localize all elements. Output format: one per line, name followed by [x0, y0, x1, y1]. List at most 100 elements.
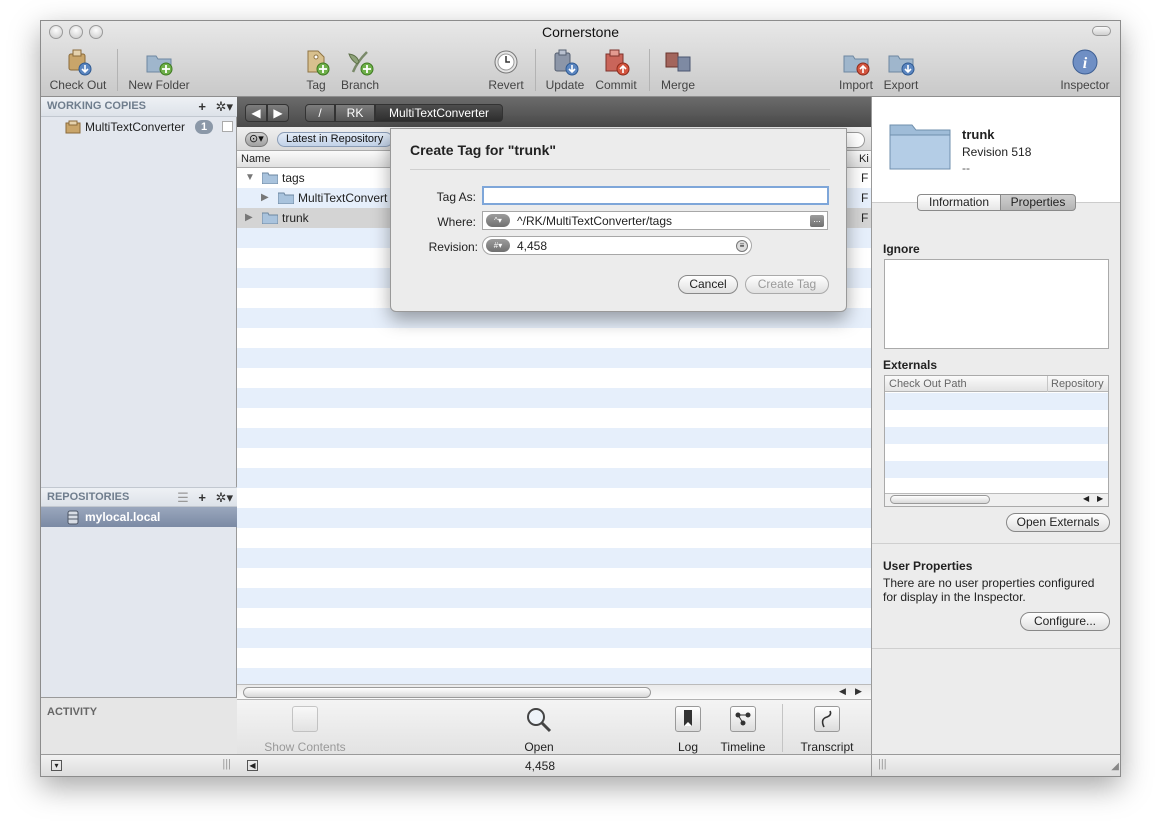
revision-stepper-icon[interactable]: ≡ [736, 240, 748, 252]
repositories-gear-button[interactable]: ✲▾ [216, 490, 233, 505]
toolbar-separator [535, 49, 536, 91]
revision-popup-button[interactable]: #▾ [486, 239, 510, 252]
update-icon [554, 49, 579, 76]
working-copies-header: WORKING COPIES + ✲▾ [41, 97, 237, 117]
new-folder-button[interactable]: New Folder [127, 48, 191, 94]
tag-as-field[interactable] [482, 186, 829, 205]
sidebar-status-bar: ▾ ||| [41, 754, 237, 776]
row-kind: F [861, 171, 869, 185]
repositories-header: REPOSITORIES ☰ + ✲▾ [41, 487, 237, 507]
horizontal-scrollbar[interactable]: ◀ ▶ [237, 684, 871, 699]
branch-button[interactable]: Branch [338, 48, 382, 94]
log-icon [675, 706, 701, 732]
status-menu-icon[interactable]: ◀ [247, 760, 258, 771]
breadcrumb-multitextconverter[interactable]: MultiTextConverter [375, 104, 503, 122]
resize-grip-icon[interactable]: ||| [222, 758, 231, 770]
import-button[interactable]: Import [835, 48, 877, 94]
log-button[interactable]: Log [671, 706, 705, 754]
scroll-right-icon[interactable]: ▶ [1097, 494, 1103, 503]
row-name: trunk [282, 211, 309, 225]
scroll-right-icon[interactable]: ▶ [855, 686, 862, 697]
back-button[interactable]: ◀ [245, 104, 267, 122]
dialog-title: Create Tag for "trunk" [410, 142, 557, 158]
open-button[interactable]: Open [519, 706, 559, 754]
sidebar: WORKING COPIES + ✲▾ MultiTextConverter 1… [41, 97, 237, 776]
window-title: Cornerstone [541, 24, 620, 40]
externals-col-path[interactable]: Check Out Path [889, 378, 967, 390]
tab-properties[interactable]: Properties [1000, 194, 1076, 211]
configure-button[interactable]: Configure... [1020, 612, 1110, 631]
breadcrumb-root[interactable]: / [305, 104, 335, 122]
tag-button[interactable]: Tag [299, 48, 333, 94]
path-bar: ◀ ▶ / RK MultiTextConverter [237, 97, 871, 127]
folder-icon [278, 192, 294, 204]
inspector-item-name: trunk [962, 127, 995, 142]
open-externals-button[interactable]: Open Externals [1006, 513, 1110, 532]
timeline-button[interactable]: Timeline [715, 706, 771, 754]
where-field[interactable]: ^▾ ^/RK/MultiTextConverter/tags ... [482, 211, 828, 230]
folder-icon [262, 172, 278, 184]
where-popup-button[interactable]: ^▾ [486, 214, 510, 227]
scrollbar-thumb[interactable] [890, 495, 990, 504]
scrollbar-thumb[interactable] [243, 687, 651, 698]
inspector-button[interactable]: i Inspector [1057, 48, 1113, 94]
disclosure-closed-icon[interactable]: ▶ [245, 212, 253, 223]
ignore-field[interactable] [884, 259, 1109, 349]
column-name[interactable]: Name [241, 153, 270, 165]
row-kind: F [861, 191, 869, 205]
working-copy-badge: 1 [195, 120, 214, 134]
activity-section: ACTIVITY [41, 697, 237, 757]
merge-button[interactable]: Merge [657, 48, 699, 94]
create-tag-button[interactable]: Create Tag [745, 275, 829, 294]
breadcrumb-rk[interactable]: RK [335, 104, 375, 122]
working-copy-name: MultiTextConverter [85, 120, 186, 134]
commit-button[interactable]: Commit [593, 48, 639, 94]
transcript-button[interactable]: Transcript [795, 706, 859, 754]
scroll-left-icon[interactable]: ◀ [839, 686, 846, 697]
add-repository-button[interactable]: + [198, 490, 206, 505]
check-out-icon [68, 49, 92, 76]
check-out-button[interactable]: Check Out [49, 48, 107, 94]
folder-icon [889, 124, 951, 170]
resize-grip-icon[interactable]: ||| [878, 758, 887, 770]
user-properties-label: User Properties [883, 559, 973, 573]
repository-icon [67, 510, 79, 525]
revert-icon [494, 50, 518, 74]
cancel-button[interactable]: Cancel [678, 275, 738, 294]
import-icon [843, 55, 870, 76]
revert-button[interactable]: Revert [485, 48, 527, 94]
timeline-icon [730, 706, 756, 732]
disclosure-closed-icon[interactable]: ▶ [261, 192, 269, 203]
toolbar-separator [649, 49, 650, 91]
tab-information[interactable]: Information [917, 194, 1001, 211]
sidebar-menu-icon[interactable]: ▾ [51, 760, 62, 771]
revision-field[interactable]: #▾ 4,458 ≡ [482, 236, 752, 255]
window-resize-grip-icon[interactable]: ◢ [1111, 761, 1119, 772]
ignore-label: Ignore [883, 242, 920, 256]
add-working-copy-button[interactable]: + [198, 99, 206, 114]
forward-button[interactable]: ▶ [267, 104, 289, 122]
column-divider [1047, 376, 1048, 392]
browse-button[interactable]: ... [810, 215, 824, 227]
export-button[interactable]: Export [879, 48, 923, 94]
repository-item[interactable]: mylocal.local [41, 507, 237, 527]
scroll-left-icon[interactable]: ◀ [1083, 494, 1089, 503]
branch-icon [348, 51, 374, 76]
working-copy-item[interactable]: MultiTextConverter 1 [41, 117, 237, 137]
externals-col-repo[interactable]: Repository [1051, 378, 1104, 390]
scope-selector[interactable]: ⊙▾ [245, 132, 268, 147]
dialog-separator [410, 169, 830, 170]
where-label: Where: [437, 215, 476, 229]
disclosure-open-icon[interactable]: ▼ [245, 172, 255, 183]
scope-latest-in-repository[interactable]: Latest in Repository [277, 132, 393, 147]
repositories-list-icon[interactable]: ☰ [177, 490, 189, 505]
column-kind[interactable]: Ki [859, 153, 869, 165]
externals-scrollbar[interactable]: ◀ ▶ [885, 493, 1108, 506]
toolbar-toggle-button[interactable] [1092, 26, 1111, 36]
externals-table[interactable]: Check Out Path Repository ◀ ▶ [884, 375, 1109, 507]
update-button[interactable]: Update [544, 48, 586, 94]
working-copies-gear-button[interactable]: ✲▾ [216, 99, 233, 114]
tag-as-label: Tag As: [436, 190, 476, 204]
show-contents-button[interactable]: Show Contents [263, 706, 347, 754]
working-copy-checkbox[interactable] [222, 121, 233, 132]
